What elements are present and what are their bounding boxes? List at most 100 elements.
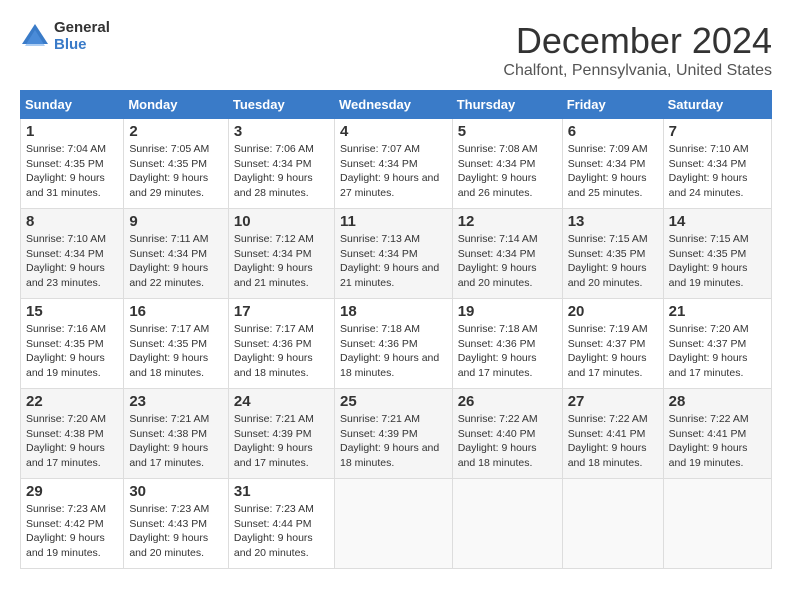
day-number: 12 [458, 213, 557, 230]
day-number: 20 [568, 303, 658, 320]
day-cell: 30 Sunrise: 7:23 AMSunset: 4:43 PMDaylig… [124, 479, 229, 569]
day-number: 11 [340, 213, 447, 230]
day-info: Sunrise: 7:21 AMSunset: 4:38 PMDaylight:… [129, 412, 223, 471]
day-cell: 20 Sunrise: 7:19 AMSunset: 4:37 PMDaylig… [562, 299, 663, 389]
title-block: December 2024 Chalfont, Pennsylvania, Un… [503, 20, 772, 80]
day-number: 31 [234, 483, 329, 500]
day-cell: 4 Sunrise: 7:07 AMSunset: 4:34 PMDayligh… [334, 119, 452, 209]
day-number: 16 [129, 303, 223, 320]
day-number: 2 [129, 123, 223, 140]
day-info: Sunrise: 7:21 AMSunset: 4:39 PMDaylight:… [340, 412, 447, 471]
day-info: Sunrise: 7:23 AMSunset: 4:42 PMDaylight:… [26, 502, 118, 561]
day-cell: 28 Sunrise: 7:22 AMSunset: 4:41 PMDaylig… [663, 389, 771, 479]
day-cell: 2 Sunrise: 7:05 AMSunset: 4:35 PMDayligh… [124, 119, 229, 209]
day-cell: 8 Sunrise: 7:10 AMSunset: 4:34 PMDayligh… [21, 209, 124, 299]
header-monday: Monday [124, 91, 229, 119]
day-number: 13 [568, 213, 658, 230]
day-cell: 3 Sunrise: 7:06 AMSunset: 4:34 PMDayligh… [228, 119, 334, 209]
day-cell: 17 Sunrise: 7:17 AMSunset: 4:36 PMDaylig… [228, 299, 334, 389]
day-number: 26 [458, 393, 557, 410]
day-info: Sunrise: 7:15 AMSunset: 4:35 PMDaylight:… [669, 232, 766, 291]
day-number: 21 [669, 303, 766, 320]
day-number: 10 [234, 213, 329, 230]
day-cell [663, 479, 771, 569]
header-saturday: Saturday [663, 91, 771, 119]
day-info: Sunrise: 7:13 AMSunset: 4:34 PMDaylight:… [340, 232, 447, 291]
logo: General Blue [20, 20, 110, 53]
day-info: Sunrise: 7:18 AMSunset: 4:36 PMDaylight:… [458, 322, 557, 381]
day-number: 14 [669, 213, 766, 230]
day-cell: 29 Sunrise: 7:23 AMSunset: 4:42 PMDaylig… [21, 479, 124, 569]
day-number: 18 [340, 303, 447, 320]
day-number: 29 [26, 483, 118, 500]
day-cell: 15 Sunrise: 7:16 AMSunset: 4:35 PMDaylig… [21, 299, 124, 389]
logo-line1: General [54, 20, 110, 37]
week-row-4: 22 Sunrise: 7:20 AMSunset: 4:38 PMDaylig… [21, 389, 772, 479]
day-info: Sunrise: 7:06 AMSunset: 4:34 PMDaylight:… [234, 142, 329, 201]
day-number: 22 [26, 393, 118, 410]
calendar-subtitle: Chalfont, Pennsylvania, United States [503, 62, 772, 80]
day-info: Sunrise: 7:14 AMSunset: 4:34 PMDaylight:… [458, 232, 557, 291]
day-number: 28 [669, 393, 766, 410]
week-row-2: 8 Sunrise: 7:10 AMSunset: 4:34 PMDayligh… [21, 209, 772, 299]
day-cell: 19 Sunrise: 7:18 AMSunset: 4:36 PMDaylig… [452, 299, 562, 389]
day-number: 24 [234, 393, 329, 410]
day-cell: 31 Sunrise: 7:23 AMSunset: 4:44 PMDaylig… [228, 479, 334, 569]
day-cell: 11 Sunrise: 7:13 AMSunset: 4:34 PMDaylig… [334, 209, 452, 299]
header-sunday: Sunday [21, 91, 124, 119]
day-number: 6 [568, 123, 658, 140]
day-info: Sunrise: 7:17 AMSunset: 4:35 PMDaylight:… [129, 322, 223, 381]
day-info: Sunrise: 7:21 AMSunset: 4:39 PMDaylight:… [234, 412, 329, 471]
day-number: 1 [26, 123, 118, 140]
day-info: Sunrise: 7:11 AMSunset: 4:34 PMDaylight:… [129, 232, 223, 291]
day-number: 9 [129, 213, 223, 230]
week-row-5: 29 Sunrise: 7:23 AMSunset: 4:42 PMDaylig… [21, 479, 772, 569]
logo-icon [20, 22, 50, 52]
day-cell: 7 Sunrise: 7:10 AMSunset: 4:34 PMDayligh… [663, 119, 771, 209]
day-info: Sunrise: 7:18 AMSunset: 4:36 PMDaylight:… [340, 322, 447, 381]
week-row-3: 15 Sunrise: 7:16 AMSunset: 4:35 PMDaylig… [21, 299, 772, 389]
day-info: Sunrise: 7:12 AMSunset: 4:34 PMDaylight:… [234, 232, 329, 291]
day-cell [334, 479, 452, 569]
day-info: Sunrise: 7:16 AMSunset: 4:35 PMDaylight:… [26, 322, 118, 381]
logo-text: General Blue [54, 20, 110, 53]
calendar-title: December 2024 [503, 20, 772, 62]
day-cell: 1 Sunrise: 7:04 AMSunset: 4:35 PMDayligh… [21, 119, 124, 209]
calendar-header-row: SundayMondayTuesdayWednesdayThursdayFrid… [21, 91, 772, 119]
day-info: Sunrise: 7:17 AMSunset: 4:36 PMDaylight:… [234, 322, 329, 381]
day-cell: 5 Sunrise: 7:08 AMSunset: 4:34 PMDayligh… [452, 119, 562, 209]
day-info: Sunrise: 7:23 AMSunset: 4:43 PMDaylight:… [129, 502, 223, 561]
day-info: Sunrise: 7:23 AMSunset: 4:44 PMDaylight:… [234, 502, 329, 561]
calendar-table: SundayMondayTuesdayWednesdayThursdayFrid… [20, 90, 772, 569]
day-info: Sunrise: 7:07 AMSunset: 4:34 PMDaylight:… [340, 142, 447, 201]
header-tuesday: Tuesday [228, 91, 334, 119]
day-info: Sunrise: 7:08 AMSunset: 4:34 PMDaylight:… [458, 142, 557, 201]
day-number: 30 [129, 483, 223, 500]
week-row-1: 1 Sunrise: 7:04 AMSunset: 4:35 PMDayligh… [21, 119, 772, 209]
page-header: General Blue December 2024 Chalfont, Pen… [20, 20, 772, 80]
day-cell [452, 479, 562, 569]
day-cell: 13 Sunrise: 7:15 AMSunset: 4:35 PMDaylig… [562, 209, 663, 299]
day-number: 5 [458, 123, 557, 140]
day-cell: 16 Sunrise: 7:17 AMSunset: 4:35 PMDaylig… [124, 299, 229, 389]
header-friday: Friday [562, 91, 663, 119]
day-number: 23 [129, 393, 223, 410]
day-cell: 21 Sunrise: 7:20 AMSunset: 4:37 PMDaylig… [663, 299, 771, 389]
day-info: Sunrise: 7:04 AMSunset: 4:35 PMDaylight:… [26, 142, 118, 201]
day-info: Sunrise: 7:05 AMSunset: 4:35 PMDaylight:… [129, 142, 223, 201]
day-number: 19 [458, 303, 557, 320]
day-info: Sunrise: 7:22 AMSunset: 4:41 PMDaylight:… [669, 412, 766, 471]
day-number: 7 [669, 123, 766, 140]
day-cell: 24 Sunrise: 7:21 AMSunset: 4:39 PMDaylig… [228, 389, 334, 479]
day-number: 17 [234, 303, 329, 320]
day-info: Sunrise: 7:20 AMSunset: 4:38 PMDaylight:… [26, 412, 118, 471]
header-thursday: Thursday [452, 91, 562, 119]
day-cell: 25 Sunrise: 7:21 AMSunset: 4:39 PMDaylig… [334, 389, 452, 479]
day-cell: 26 Sunrise: 7:22 AMSunset: 4:40 PMDaylig… [452, 389, 562, 479]
day-info: Sunrise: 7:15 AMSunset: 4:35 PMDaylight:… [568, 232, 658, 291]
day-number: 8 [26, 213, 118, 230]
day-number: 27 [568, 393, 658, 410]
day-info: Sunrise: 7:09 AMSunset: 4:34 PMDaylight:… [568, 142, 658, 201]
header-wednesday: Wednesday [334, 91, 452, 119]
day-info: Sunrise: 7:19 AMSunset: 4:37 PMDaylight:… [568, 322, 658, 381]
